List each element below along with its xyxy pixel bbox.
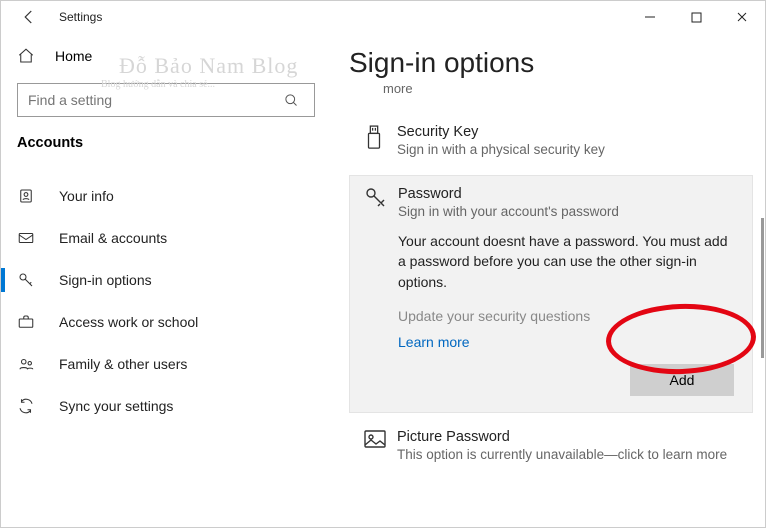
home-icon bbox=[17, 47, 39, 65]
password-message: Your account doesnt have a password. You… bbox=[398, 231, 738, 292]
option-name: Security Key bbox=[397, 124, 739, 140]
option-password[interactable]: Password Sign in with your account's pas… bbox=[349, 175, 753, 413]
back-button[interactable] bbox=[17, 5, 41, 29]
nav-label: Sign-in options bbox=[59, 272, 152, 288]
nav-sync-settings[interactable]: Sync your settings bbox=[1, 385, 331, 427]
option-desc: Sign in with a physical security key bbox=[397, 142, 739, 157]
option-desc: Sign in with your account's password bbox=[398, 204, 738, 219]
nav-access-work[interactable]: Access work or school bbox=[1, 301, 331, 343]
person-icon bbox=[17, 187, 39, 205]
nav-label: Access work or school bbox=[59, 314, 198, 330]
home-label: Home bbox=[55, 48, 92, 64]
maximize-button[interactable] bbox=[673, 1, 719, 33]
search-box[interactable] bbox=[17, 83, 315, 117]
nav-sign-in-options[interactable]: Sign-in options bbox=[1, 259, 331, 301]
usb-key-icon bbox=[363, 124, 397, 157]
nav-family-users[interactable]: Family & other users bbox=[1, 343, 331, 385]
key-icon bbox=[17, 271, 39, 289]
sync-icon bbox=[17, 397, 39, 415]
minimize-button[interactable] bbox=[627, 1, 673, 33]
people-icon bbox=[17, 355, 39, 373]
scrollbar[interactable] bbox=[761, 218, 764, 358]
key-icon bbox=[364, 186, 398, 396]
window-controls bbox=[627, 1, 765, 33]
search-icon bbox=[284, 93, 314, 108]
nav-label: Your info bbox=[59, 188, 114, 204]
option-security-key[interactable]: Security Key Sign in with a physical sec… bbox=[349, 114, 753, 169]
nav-label: Sync your settings bbox=[59, 398, 173, 414]
update-questions[interactable]: Update your security questions bbox=[398, 308, 738, 324]
option-name: Picture Password bbox=[397, 429, 739, 445]
picture-icon bbox=[363, 429, 397, 462]
option-name: Password bbox=[398, 186, 738, 202]
more-caption: more bbox=[383, 81, 753, 96]
briefcase-icon bbox=[17, 313, 39, 331]
page-title: Sign-in options bbox=[349, 47, 753, 79]
search-input[interactable] bbox=[18, 92, 284, 108]
nav-your-info[interactable]: Your info bbox=[1, 175, 331, 217]
main-panel: Sign-in options more Security Key Sign i… bbox=[331, 33, 765, 527]
option-picture-password[interactable]: Picture Password This option is currentl… bbox=[349, 419, 753, 474]
home-button[interactable]: Home bbox=[1, 39, 331, 73]
close-button[interactable] bbox=[719, 1, 765, 33]
option-desc: This option is currently unavailable—cli… bbox=[397, 447, 739, 462]
sidebar: Đỗ Bảo Nam Blog Blog hướng dẫn và chia s… bbox=[1, 33, 331, 527]
learn-more-link[interactable]: Learn more bbox=[398, 334, 738, 350]
mail-icon bbox=[17, 229, 39, 247]
window-title: Settings bbox=[59, 10, 102, 24]
nav-label: Email & accounts bbox=[59, 230, 167, 246]
nav-label: Family & other users bbox=[59, 356, 187, 372]
section-title: Accounts bbox=[1, 135, 331, 169]
nav: Your info Email & accounts Sign-in optio… bbox=[1, 175, 331, 427]
add-button[interactable]: Add bbox=[630, 364, 734, 396]
nav-email-accounts[interactable]: Email & accounts bbox=[1, 217, 331, 259]
